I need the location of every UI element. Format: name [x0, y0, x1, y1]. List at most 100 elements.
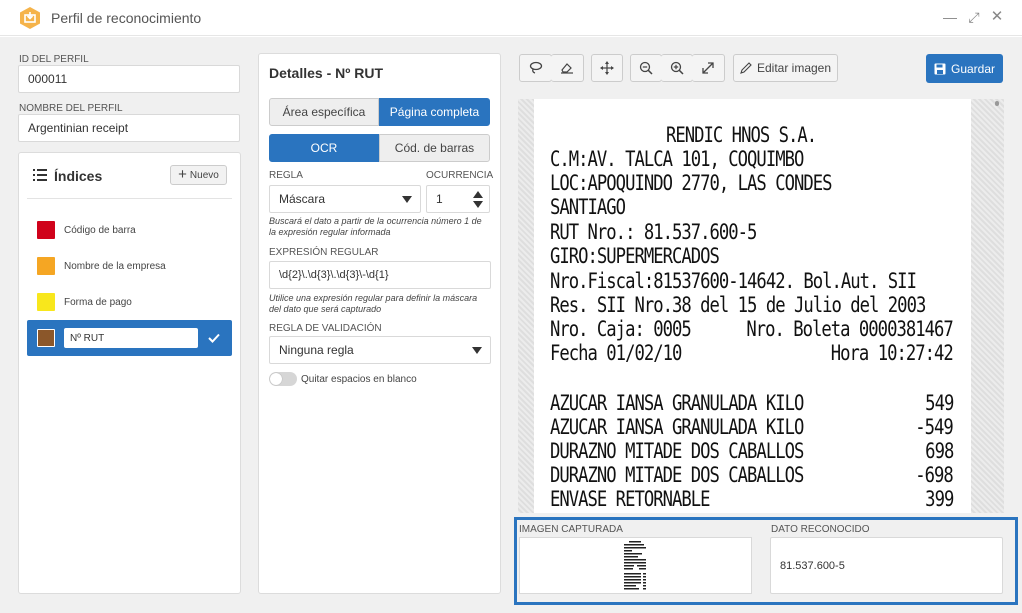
- rule-select[interactable]: Máscara: [269, 185, 421, 213]
- toggle-knob: [270, 373, 282, 385]
- title-bar: Perfil de reconocimiento — ⤢ ✕: [0, 0, 1022, 36]
- app-logo-icon: [20, 7, 40, 29]
- details-title: Detalles - Nº RUT: [269, 65, 384, 81]
- receipt-item-amount: 549: [924, 391, 954, 415]
- index-name-input[interactable]: Nº RUT: [64, 328, 198, 348]
- move-button[interactable]: [591, 54, 623, 82]
- receipt-item-name: AZUCAR IANSA GRANULADA KILO: [550, 415, 804, 439]
- index-item-label: Forma de pago: [64, 296, 132, 308]
- receipt-item-amount: 399: [924, 487, 954, 511]
- scrollbar-thumb[interactable]: [995, 101, 999, 106]
- indices-divider: [27, 198, 232, 199]
- receipt-line: Hora 10:27:42: [831, 341, 954, 365]
- profile-name-label: NOMBRE DEL PERFIL: [19, 103, 123, 114]
- edit-image-label: Editar imagen: [756, 61, 832, 75]
- index-item-label: Código de barra: [64, 224, 136, 236]
- caret-down-icon: [472, 347, 482, 354]
- regex-input[interactable]: \d{2}\.\d{3}\.\d{3}\-\d{1}: [269, 261, 491, 289]
- captured-image-box: [519, 537, 752, 594]
- occurrence-value: 1: [436, 192, 443, 206]
- index-item-label: Nombre de la empresa: [64, 260, 166, 272]
- receipt-item-name: DURAZNO MITADE DOS CABALLOS: [550, 439, 804, 463]
- index-item-payment-method[interactable]: Forma de pago: [27, 284, 232, 320]
- receipt-line: Nro. Caja: 0005: [550, 317, 692, 341]
- color-swatch: [37, 329, 55, 347]
- zoom-in-icon: [670, 61, 684, 75]
- regex-hint: Utilice una expresión regular para defin…: [269, 293, 478, 314]
- recognized-data-label: DATO RECONOCIDO: [771, 524, 870, 535]
- zoom-out-icon: [639, 61, 653, 75]
- plus-icon: +: [178, 166, 187, 183]
- validation-select[interactable]: Ninguna regla: [269, 336, 491, 364]
- receipt-item-name: AZUCAR IANSA GRANULADA KILO: [550, 391, 804, 415]
- check-icon[interactable]: [208, 333, 220, 343]
- caret-down-icon: [402, 196, 412, 203]
- maximize-button[interactable]: ⤢: [965, 8, 983, 26]
- save-label: Guardar: [950, 61, 996, 76]
- validation-label: REGLA DE VALIDACIÓN: [269, 323, 382, 334]
- new-index-label: Nuevo: [189, 169, 219, 181]
- list-icon: [33, 169, 47, 181]
- save-button[interactable]: Guardar: [926, 54, 1003, 83]
- minimize-button[interactable]: —: [941, 8, 959, 26]
- tab-ocr[interactable]: OCR: [269, 134, 379, 162]
- index-item-company-name[interactable]: Nombre de la empresa: [27, 248, 232, 284]
- receipt-item-name: DURAZNO MITADE DOS CABALLOS: [550, 463, 804, 487]
- receipt-line: Fecha 01/02/10: [550, 341, 682, 365]
- rule-hint: Buscará el dato a partir de la ocurrenci…: [269, 216, 482, 237]
- eraser-button[interactable]: [551, 54, 584, 82]
- receipt-line: RUT Nro.: 81.537.600-5: [550, 220, 757, 244]
- viewer-scrollbar[interactable]: [994, 101, 1000, 511]
- tab-full-page[interactable]: Página completa: [379, 98, 490, 126]
- validation-select-value: Ninguna regla: [279, 343, 354, 357]
- tab-barcode[interactable]: Cód. de barras: [379, 134, 490, 162]
- receipt-item-amount: -549: [915, 415, 954, 439]
- regex-label: EXPRESIÓN REGULAR: [269, 247, 379, 258]
- profile-id-field[interactable]: 000011: [18, 65, 240, 93]
- receipt-line: GIRO:SUPERMERCADOS: [550, 244, 720, 268]
- window-title: Perfil de reconocimiento: [51, 10, 202, 26]
- index-item-barcode[interactable]: Código de barra: [27, 212, 232, 248]
- zoom-out-button[interactable]: [630, 54, 662, 82]
- receipt-line: C.M:AV. TALCA 101, COQUIMBO: [550, 147, 804, 171]
- profile-id-label: ID DEL PERFIL: [19, 54, 89, 65]
- stepper-arrows-icon[interactable]: [473, 191, 483, 208]
- color-swatch: [37, 293, 55, 311]
- recognized-data-field: 81.537.600-5: [770, 537, 1003, 594]
- color-swatch: [37, 221, 55, 239]
- profile-name-field[interactable]: Argentinian receipt: [18, 114, 240, 142]
- expand-icon: [702, 62, 714, 74]
- fit-button[interactable]: [692, 54, 725, 82]
- index-item-rut[interactable]: Nº RUT: [27, 320, 232, 356]
- zoom-in-button[interactable]: [661, 54, 693, 82]
- remove-spaces-label: Quitar espacios en blanco: [301, 374, 417, 385]
- eraser-icon: [561, 63, 573, 74]
- lasso-icon: [529, 61, 542, 74]
- occurrence-label: OCURRENCIA: [426, 170, 494, 181]
- captured-image-thumbnail: [623, 540, 647, 592]
- tab-specific-area[interactable]: Área específica: [269, 98, 379, 126]
- image-viewer[interactable]: RENDIC HNOS S.A. C.M:AV. TALCA 101, COQU…: [518, 99, 1004, 513]
- close-button[interactable]: ✕: [988, 8, 1006, 26]
- receipt-line: LOC:APOQUINDO 2770, LAS CONDES: [550, 171, 832, 195]
- color-swatch: [37, 257, 55, 275]
- edit-image-button[interactable]: Editar imagen: [733, 54, 838, 82]
- move-icon: [600, 61, 614, 75]
- captured-image-label: IMAGEN CAPTURADA: [519, 524, 623, 535]
- receipt-line: SANTIAGO: [550, 195, 626, 219]
- receipt-line: Nro. Boleta 0000381467: [746, 317, 954, 341]
- receipt-image: RENDIC HNOS S.A. C.M:AV. TALCA 101, COQU…: [534, 99, 971, 513]
- receipt-item-name: ENVASE RETORNABLE: [550, 487, 711, 511]
- occurrence-stepper[interactable]: 1: [426, 185, 490, 213]
- receipt-item-amount: -698: [915, 463, 954, 487]
- new-index-button[interactable]: + Nuevo: [170, 165, 227, 185]
- floppy-disk-icon: [934, 63, 946, 74]
- receipt-line: Res. SII Nro.38 del 15 de Julio del 2003: [550, 293, 926, 317]
- rule-select-value: Máscara: [279, 192, 326, 206]
- rule-label: REGLA: [269, 170, 303, 181]
- indices-title: Índices: [54, 168, 103, 184]
- remove-spaces-toggle[interactable]: [269, 372, 297, 386]
- pencil-icon: [740, 62, 752, 74]
- receipt-item-amount: 698: [924, 439, 954, 463]
- lasso-button[interactable]: [519, 54, 552, 82]
